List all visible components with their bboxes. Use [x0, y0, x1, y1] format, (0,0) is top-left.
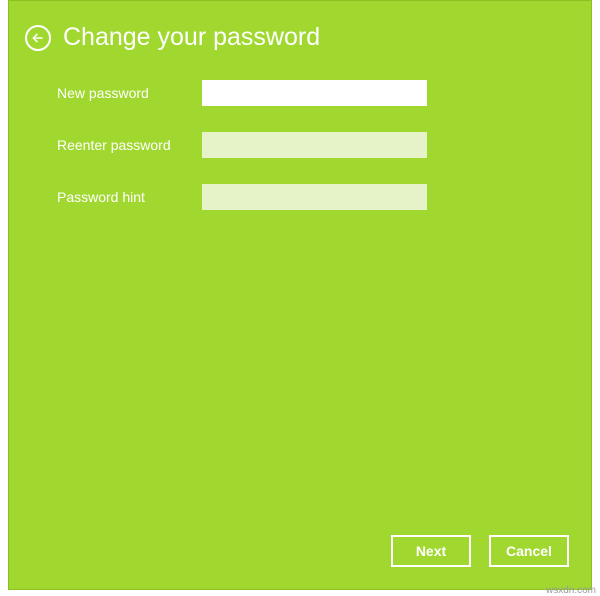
- password-hint-row: Password hint: [57, 184, 591, 210]
- page-title: Change your password: [63, 23, 320, 52]
- header: Change your password: [9, 1, 591, 52]
- next-button[interactable]: Next: [391, 535, 471, 567]
- change-password-panel: Change your password New password Reente…: [8, 0, 592, 590]
- reenter-password-input[interactable]: [202, 132, 427, 158]
- background-edge: [0, 0, 8, 596]
- password-hint-input[interactable]: [202, 184, 427, 210]
- new-password-label: New password: [57, 85, 202, 101]
- password-hint-label: Password hint: [57, 189, 202, 205]
- watermark: wsxdn.com: [546, 585, 596, 596]
- footer-buttons: Next Cancel: [391, 535, 569, 567]
- reenter-password-row: Reenter password: [57, 132, 591, 158]
- new-password-input[interactable]: [202, 80, 427, 106]
- password-form: New password Reenter password Password h…: [9, 52, 591, 210]
- back-arrow-icon: [31, 31, 45, 45]
- reenter-password-label: Reenter password: [57, 137, 202, 153]
- back-button[interactable]: [25, 25, 51, 51]
- cancel-button[interactable]: Cancel: [489, 535, 569, 567]
- new-password-row: New password: [57, 80, 591, 106]
